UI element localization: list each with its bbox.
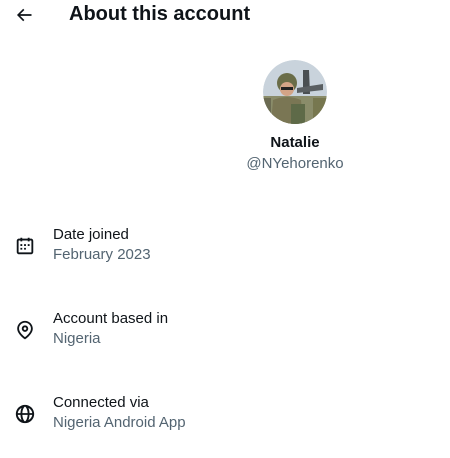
date-joined-label: Date joined <box>53 226 129 243</box>
profile-photo-avatar <box>263 60 327 124</box>
globe-icon <box>15 404 35 424</box>
location-pin-icon <box>17 320 33 340</box>
account-based-in-row: Account based in Nigeria <box>0 310 450 354</box>
page-title: About this account <box>69 3 251 25</box>
arrow-left-icon <box>16 8 32 22</box>
page-header: About this account <box>0 0 450 30</box>
avatar[interactable] <box>263 60 327 124</box>
date-joined-value: February 2023 <box>53 246 151 263</box>
account-based-in-label: Account based in <box>53 310 169 327</box>
connected-via-value: Nigeria Android App <box>53 414 186 431</box>
profile-summary: Natalie @NYehorenko <box>230 60 360 173</box>
connected-via-row: Connected via Nigeria Android App <box>0 394 450 438</box>
username-handle: @NYehorenko <box>246 155 344 172</box>
date-joined-row: Date joined February 2023 <box>0 226 450 270</box>
back-button[interactable] <box>11 2 37 28</box>
account-based-in-value: Nigeria <box>53 330 101 347</box>
display-name: Natalie <box>270 134 320 151</box>
connected-via-label: Connected via <box>53 394 149 411</box>
calendar-icon <box>16 237 34 255</box>
